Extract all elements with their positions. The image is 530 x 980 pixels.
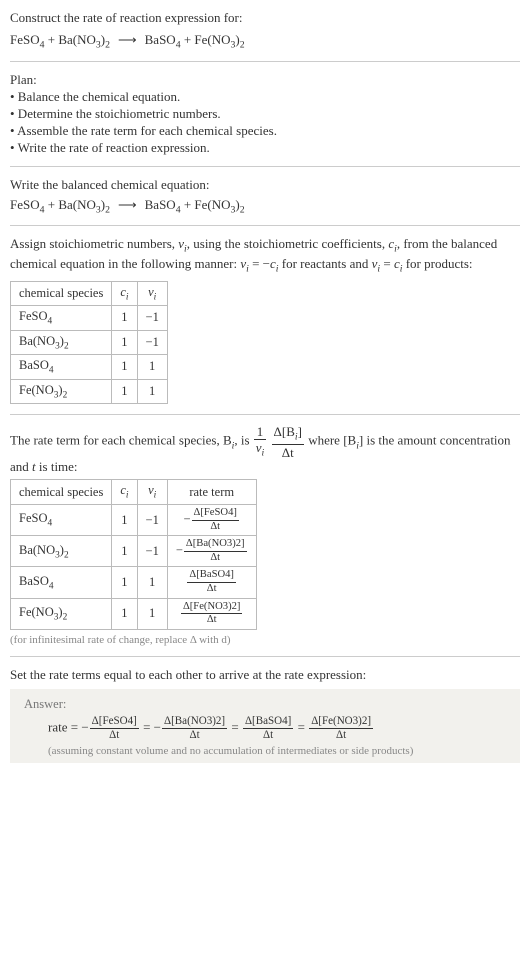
table-row: FeSO4 1 −1 −Δ[FeSO4]Δt [11, 504, 257, 535]
col-species: chemical species [11, 480, 112, 505]
stoich-paragraph: Assign stoichiometric numbers, νi, using… [10, 236, 520, 277]
col-rate: rate term [167, 480, 256, 505]
reactant-2: Ba(NO3)2 [58, 32, 110, 47]
table-row: Fe(NO3)2 1 1 Δ[Fe(NO3)2]Δt [11, 598, 257, 629]
balanced-equation: FeSO4 + Ba(NO3)2⟶BaSO4 + Fe(NO3)2 [10, 197, 520, 216]
rate-table: chemical species ci νi rate term FeSO4 1… [10, 479, 257, 630]
answer-box: Answer: rate = −Δ[FeSO4]Δt = −Δ[Ba(NO3)2… [10, 689, 520, 763]
plan-item: • Write the rate of reaction expression. [10, 140, 520, 156]
reactant-1: FeSO4 [10, 32, 45, 47]
plan-item: • Balance the chemical equation. [10, 89, 520, 105]
answer-note: (assuming constant volume and no accumul… [24, 745, 506, 757]
answer-equation: rate = −Δ[FeSO4]Δt = −Δ[Ba(NO3)2]Δt = Δ[… [24, 716, 506, 741]
product-2: Fe(NO3)2 [194, 32, 244, 47]
answer-label: Answer: [24, 697, 506, 712]
col-ci: ci [112, 281, 137, 306]
plan-title: Plan: [10, 72, 520, 88]
plan-list: • Balance the chemical equation. • Deter… [10, 89, 520, 156]
table-row: Ba(NO3)2 1 −1 [11, 330, 168, 355]
prompt-text: Construct the rate of reaction expressio… [10, 10, 520, 26]
stoich-table: chemical species ci νi FeSO4 1 −1 Ba(NO3… [10, 281, 168, 405]
table-row: Fe(NO3)2 1 1 [11, 379, 168, 404]
table-row: FeSO4 1 −1 [11, 306, 168, 331]
table-row: BaSO4 1 1 Δ[BaSO4]Δt [11, 567, 257, 598]
plan-item: • Determine the stoichiometric numbers. [10, 106, 520, 122]
product-1: BaSO4 [145, 32, 181, 47]
balanced-label: Write the balanced chemical equation: [10, 177, 520, 193]
col-species: chemical species [11, 281, 112, 306]
col-ci: ci [112, 480, 137, 505]
plan-item: • Assemble the rate term for each chemic… [10, 123, 520, 139]
col-nui: νi [137, 281, 167, 306]
rate-paragraph: The rate term for each chemical species,… [10, 425, 520, 475]
table-row: BaSO4 1 1 [11, 355, 168, 380]
table-row: Ba(NO3)2 1 −1 −Δ[Ba(NO3)2]Δt [11, 536, 257, 567]
infinitesimal-note: (for infinitesimal rate of change, repla… [10, 634, 520, 646]
reaction-equation: FeSO4 + Ba(NO3)2⟶BaSO4 + Fe(NO3)2 [10, 32, 520, 51]
final-label: Set the rate terms equal to each other t… [10, 667, 520, 683]
arrow-icon: ⟶ [110, 32, 145, 47]
col-nui: νi [137, 480, 167, 505]
